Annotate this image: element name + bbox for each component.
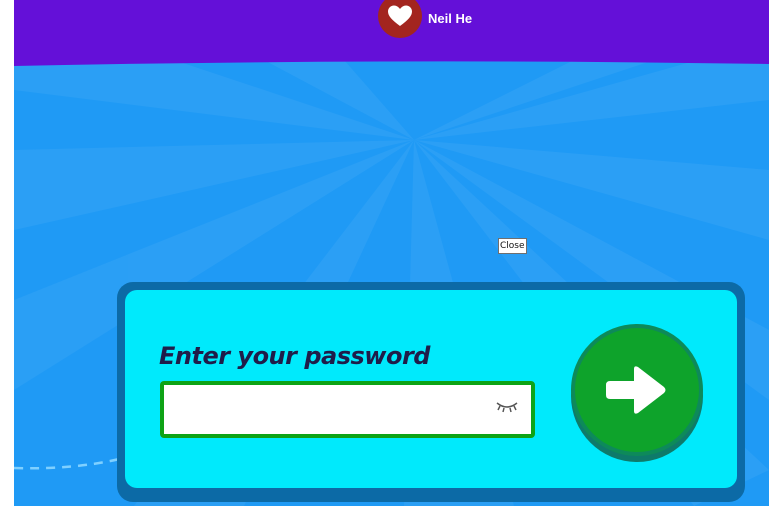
password-card-inner: Enter your password <box>125 290 737 488</box>
password-prompt: Enter your password <box>159 342 430 370</box>
user-profile[interactable]: Neil He <box>378 0 472 40</box>
app-screen: Neil He Close Enter your password <box>14 0 769 506</box>
eye-closed-icon[interactable] <box>494 398 520 416</box>
password-field[interactable] <box>160 381 535 438</box>
user-name: Neil He <box>428 10 473 26</box>
heart-icon <box>388 5 412 26</box>
arrow-right-icon <box>606 366 666 414</box>
avatar[interactable] <box>378 0 422 38</box>
submit-button[interactable] <box>571 324 703 462</box>
password-input[interactable] <box>172 391 486 429</box>
password-card: Enter your password <box>117 282 745 502</box>
close-button[interactable]: Close <box>498 238 527 254</box>
submit-button-face[interactable] <box>571 324 703 456</box>
